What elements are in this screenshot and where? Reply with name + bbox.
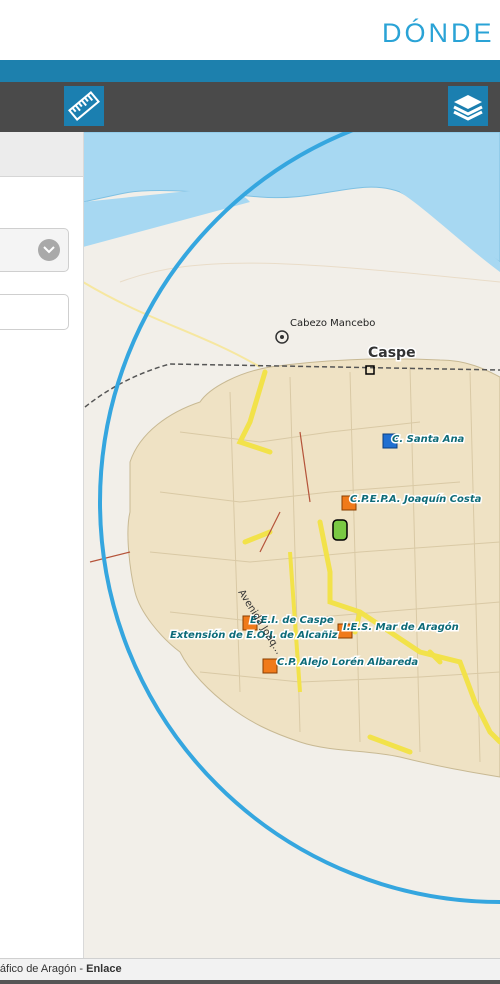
attribution-link[interactable]: Enlace [86,963,121,975]
search-input[interactable] [0,294,69,330]
cp-alejo-label: C.P. Alejo Lorén Albareda [277,656,418,668]
cabezo-label: Cabezo Mancebo [290,318,375,329]
filter-select[interactable] [0,228,69,272]
chevron-down-icon [38,239,60,261]
layers-icon [453,95,483,121]
caspe-label: Caspe [368,345,416,361]
scrollbar[interactable] [0,980,500,984]
ies-label: I.E.S. Mar de Aragón [343,621,459,633]
eoi-label: Extensión de E.O.I. de Alcañiz [170,629,338,641]
attribution-bar: ográfico de Aragón - Enlace [0,958,500,984]
attribution-text: ográfico de Aragón - Enlace [0,963,122,975]
cp-alejo-marker [262,658,278,674]
page-title: DÓNDE V [382,18,500,48]
header-band [0,60,500,82]
map-toolbar [0,82,500,132]
search-panel [0,132,84,958]
app-header: DÓNDE V [0,0,500,60]
health-marker [332,519,348,541]
santa-ana-label: C. Santa Ana [392,434,465,445]
ruler-icon [68,90,100,122]
layers-button[interactable] [448,86,488,126]
measure-button[interactable] [64,86,104,126]
panel-header [0,132,83,177]
cpepa-label: C.P.E.P.A. Joaquín Costa [350,493,482,505]
